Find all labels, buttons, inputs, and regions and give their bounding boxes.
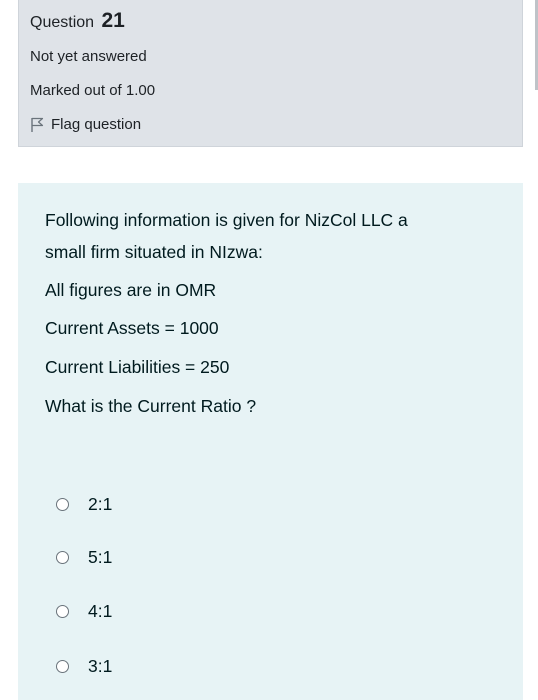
radio-button[interactable] (56, 551, 69, 564)
question-content: Following information is given for NizCo… (18, 183, 523, 700)
question-text-line: Current Liabilities = 250 (45, 357, 230, 377)
question-label: Question (30, 14, 95, 31)
flag-question-link[interactable]: Flag question (30, 116, 141, 133)
radio-button[interactable] (56, 605, 69, 618)
question-text-line: What is the Current Ratio ? (45, 396, 257, 416)
question-info-panel: Question 21 Not yet answered Marked out … (18, 0, 523, 147)
question-grade: Marked out of 1.00 (30, 82, 156, 99)
flag-icon (30, 117, 44, 133)
answer-option-4[interactable]: 3:1 (56, 656, 112, 677)
question-number: 21 (101, 9, 125, 32)
question-text-line: All figures are in OMR (45, 280, 217, 300)
answer-label: 4:1 (88, 601, 113, 621)
answer-option-3[interactable]: 4:1 (56, 601, 112, 622)
flag-question-label: Flag question (51, 116, 142, 133)
answer-label: 3:1 (88, 656, 113, 676)
answer-label: 5:1 (88, 547, 113, 567)
question-text-line: Current Assets = 1000 (45, 318, 219, 338)
radio-button[interactable] (56, 498, 69, 511)
question-heading: Question 21 (30, 9, 125, 33)
answer-option-1[interactable]: 2:1 (56, 494, 112, 515)
question-text-line: small firm situated in NIzwa: (45, 242, 263, 262)
answer-option-2[interactable]: 5:1 (56, 547, 112, 568)
question-state: Not yet answered (30, 48, 147, 65)
radio-button[interactable] (56, 660, 69, 673)
quiz-page: Question 21 Not yet answered Marked out … (0, 0, 538, 700)
question-text-line: Following information is given for NizCo… (45, 210, 408, 230)
answer-label: 2:1 (88, 494, 113, 514)
